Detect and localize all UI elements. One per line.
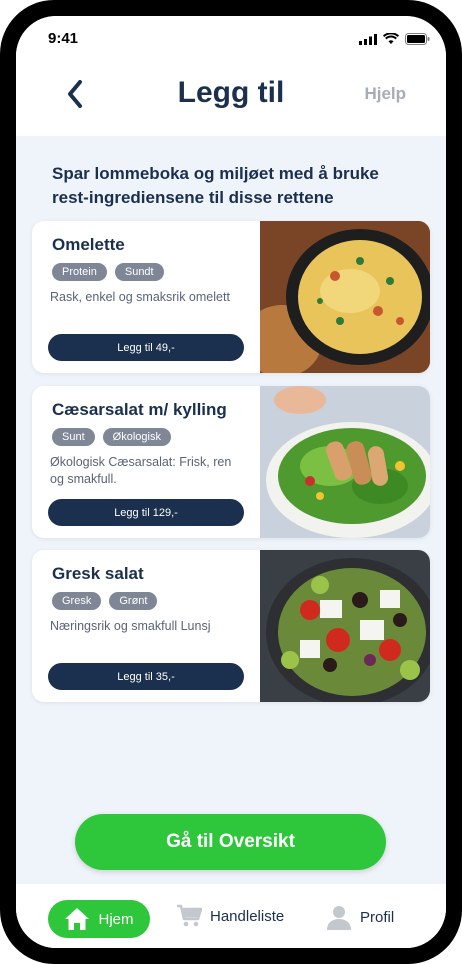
header: Legg til Hjelp xyxy=(16,60,446,136)
add-button[interactable]: Legg til 129,- xyxy=(48,499,244,526)
recipe-image-caesar xyxy=(260,386,430,538)
tag: Gresk xyxy=(52,592,102,610)
tag: Sunt xyxy=(52,428,95,446)
tag: Protein xyxy=(52,263,107,281)
tag: Sundt xyxy=(114,263,164,281)
tab-shopping-list[interactable]: Handleliste xyxy=(176,904,284,928)
tag-list: Sunt Økologisk xyxy=(52,428,171,446)
add-button[interactable]: Legg til 49,- xyxy=(48,334,244,361)
tab-bar: Hjem Handleliste Profil xyxy=(16,884,446,948)
status-time: 9:41 xyxy=(48,30,79,47)
go-to-overview-button[interactable]: Gå til Oversikt xyxy=(75,814,386,870)
recipe-image-omelette xyxy=(260,221,430,373)
recipe-card-caesar: Cæsarsalat m/ kylling Sunt Økologisk Øko… xyxy=(32,386,430,538)
recipe-description: Økologisk Cæsarsalat: Frisk, ren og smak… xyxy=(50,455,232,486)
recipe-name: Gresk salat xyxy=(52,564,144,583)
recipe-description: Rask, enkel og smaksrik omelett xyxy=(50,290,230,304)
recipe-name: Omelette xyxy=(52,235,125,254)
user-icon xyxy=(327,906,351,930)
tab-home-label: Hjem xyxy=(98,910,134,928)
tag: Økologisk xyxy=(102,428,171,446)
signal-icon xyxy=(359,33,377,45)
status-icons xyxy=(359,33,430,45)
recipe-card-greek: Gresk salat Gresk Grønt Næringsrik og sm… xyxy=(32,550,430,702)
tab-profile-label: Profil xyxy=(360,908,395,926)
intro-text: Spar lommeboka og miljøet med å bruke re… xyxy=(52,164,379,207)
phone-frame: 9:41 Legg til Hjelp Spar lommeboka og mi… xyxy=(0,0,462,964)
recipe-card-omelette: Omelette Protein Sundt Rask, enkel og sm… xyxy=(32,221,430,373)
recipe-image-greek xyxy=(260,550,430,702)
add-button[interactable]: Legg til 35,- xyxy=(48,663,244,690)
cart-icon xyxy=(177,904,202,927)
tag: Grønt xyxy=(109,592,158,610)
help-link[interactable]: Hjelp xyxy=(364,84,406,104)
battery-icon xyxy=(405,33,430,45)
recipe-description: Næringsrik og smakfull Lunsj xyxy=(50,619,211,633)
wifi-icon xyxy=(383,33,399,44)
tab-home[interactable]: Hjem xyxy=(48,900,150,938)
screen: 9:41 Legg til Hjelp Spar lommeboka og mi… xyxy=(16,16,446,948)
home-icon xyxy=(65,908,90,930)
tag-list: Gresk Grønt xyxy=(52,592,158,610)
tab-shopping-list-label: Handleliste xyxy=(210,907,285,925)
recipe-name: Cæsarsalat m/ kylling xyxy=(52,400,227,419)
tag-list: Protein Sundt xyxy=(52,263,164,281)
tab-profile[interactable]: Profil xyxy=(326,904,394,930)
status-bar: 9:41 xyxy=(16,16,446,60)
